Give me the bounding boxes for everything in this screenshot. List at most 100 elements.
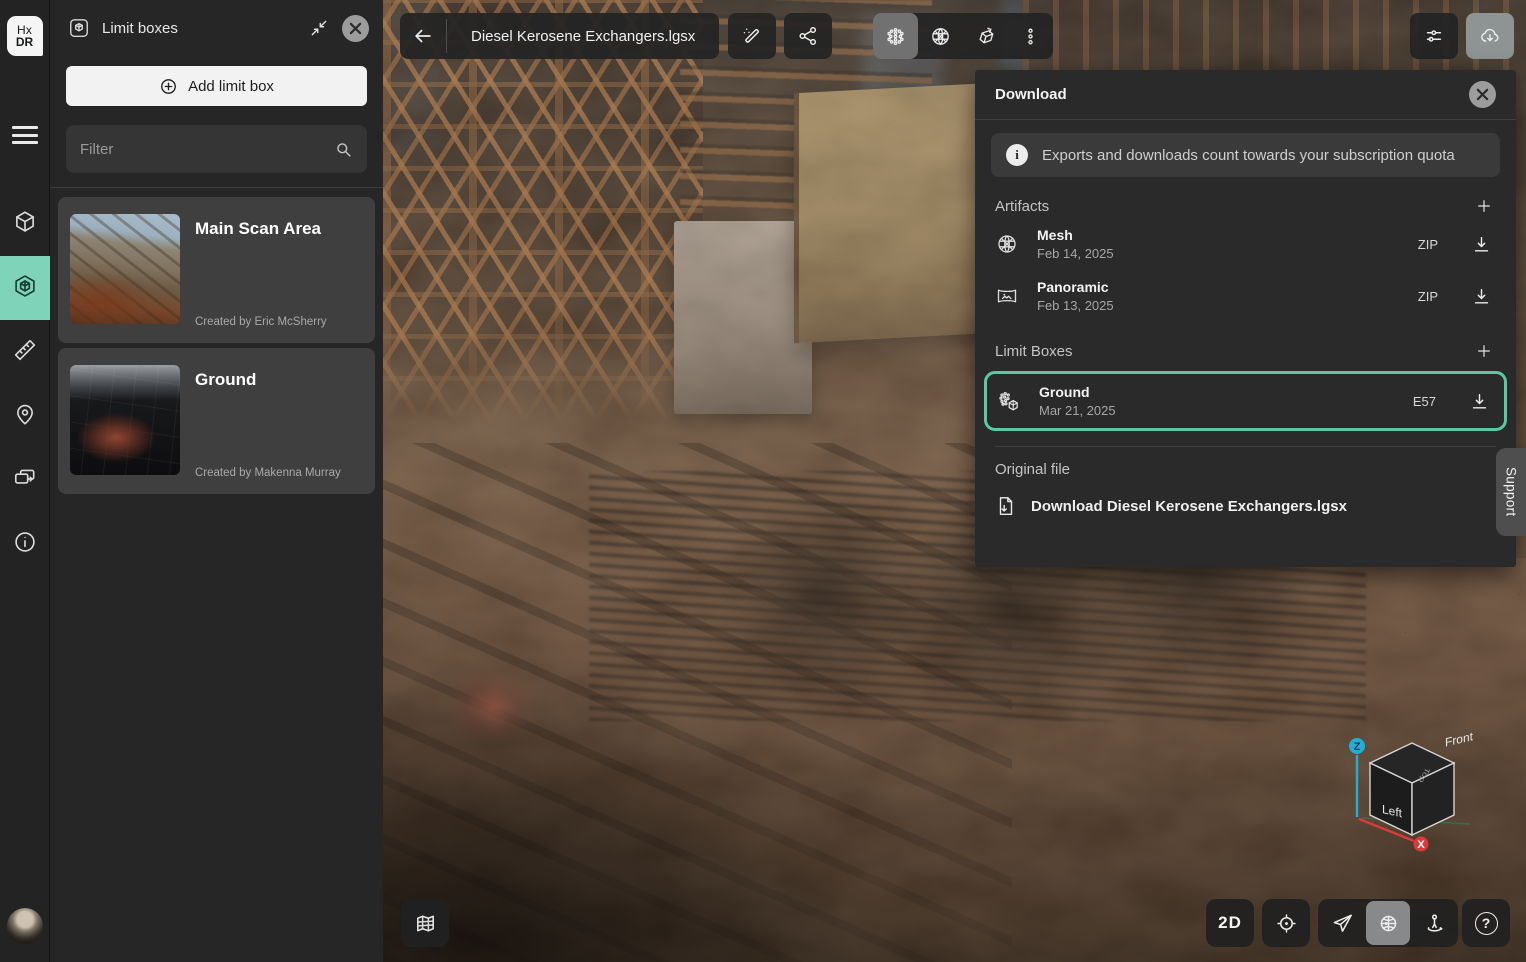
rail-item-limit-boxes[interactable]	[0, 256, 50, 320]
share-button[interactable]	[784, 13, 832, 59]
quota-notice-text: Exports and downloads count towards your…	[1042, 147, 1455, 164]
artifact-name: Mesh	[1037, 227, 1418, 243]
add-limit-box-label: Add limit box	[188, 78, 274, 95]
close-icon	[349, 22, 362, 35]
rail-item-annotations[interactable]	[0, 384, 50, 448]
collapse-icon	[309, 18, 329, 38]
download-button[interactable]	[1466, 13, 1514, 59]
close-icon	[1476, 88, 1489, 101]
file-title: Diesel Kerosene Exchangers.lgsx	[447, 13, 719, 59]
axis-z-label: Z	[1354, 741, 1361, 753]
textured-box-icon	[974, 25, 997, 48]
rail-item-info[interactable]	[0, 512, 50, 576]
info-icon	[12, 529, 38, 560]
filter-input[interactable]	[80, 141, 334, 158]
artifact-date: Feb 13, 2025	[1037, 298, 1418, 313]
toggle-mesh[interactable]	[918, 13, 963, 59]
rail-item-exports[interactable]	[0, 448, 50, 512]
panel-title: Limit boxes	[102, 20, 304, 37]
collapse-panel-button[interactable]	[304, 13, 334, 43]
limit-boxes-heading: Limit Boxes	[995, 343, 1073, 360]
help-button[interactable]: ?	[1462, 899, 1510, 947]
download-panel-header: Download	[975, 70, 1516, 120]
limit-boxes-panel: Limit boxes Add limit box Main Scan Area…	[50, 0, 383, 962]
limit-boxes-section: Limit Boxes	[975, 339, 1516, 431]
download-artifact-button[interactable]	[1466, 281, 1496, 311]
cube-icon	[12, 209, 38, 240]
search-icon	[334, 140, 353, 159]
hxdr-logo[interactable]: Hx DR	[7, 16, 43, 56]
layer-toggle-group	[873, 13, 1053, 59]
artifact-format: ZIP	[1418, 237, 1438, 252]
download-icon	[1472, 235, 1491, 254]
close-download-panel-button[interactable]	[1469, 81, 1496, 108]
info-icon: i	[1006, 144, 1028, 166]
orbit-mode-button[interactable]	[1366, 901, 1410, 945]
limit-box-card-main-scan-area[interactable]: Main Scan Area Created by Eric McSherry	[58, 197, 375, 343]
support-tab[interactable]: Support	[1496, 448, 1526, 536]
share-icon	[797, 25, 819, 47]
section-divider	[995, 446, 1496, 447]
map-pin-icon	[12, 401, 38, 432]
mesh-sphere-icon	[995, 232, 1019, 256]
original-file-link-label: Download Diesel Kerosene Exchangers.lgsx	[1031, 498, 1347, 515]
walk-mode-button[interactable]	[1412, 901, 1456, 945]
download-original-file-link[interactable]: Download Diesel Kerosene Exchangers.lgsx	[995, 489, 1496, 517]
mode-2d-button[interactable]: 2D	[1206, 899, 1254, 947]
limit-boxes-panel-header: Limit boxes	[50, 0, 383, 56]
add-artifact-button[interactable]	[1472, 194, 1496, 218]
app-root: Hx DR	[0, 0, 1526, 962]
viewer-title-bar: Diesel Kerosene Exchangers.lgsx	[400, 13, 719, 59]
recenter-button[interactable]	[1262, 899, 1310, 947]
axis-x-label: X	[1417, 839, 1425, 851]
street-view-icon	[1423, 912, 1446, 935]
cloud-download-icon	[1479, 25, 1501, 47]
close-panel-button[interactable]	[342, 15, 369, 42]
toggle-textured-mesh[interactable]	[963, 13, 1008, 59]
artifact-row-panoramic[interactable]: Panoramic Feb 13, 2025 ZIP	[995, 270, 1496, 322]
artifacts-heading: Artifacts	[995, 198, 1049, 215]
user-avatar[interactable]	[7, 908, 43, 944]
download-panel-title: Download	[995, 86, 1067, 103]
magic-wand-tool-button[interactable]	[728, 13, 776, 59]
limit-box-icon	[68, 17, 90, 39]
rail-item-models[interactable]	[0, 192, 50, 256]
limit-box-title: Main Scan Area	[195, 219, 363, 239]
paper-plane-icon	[1331, 912, 1354, 935]
original-file-heading: Original file	[995, 461, 1070, 478]
limit-box-author: Created by Makenna Murray	[195, 467, 363, 479]
download-icon	[1470, 392, 1489, 411]
mesh-sphere-icon	[929, 25, 952, 48]
artifact-row-mesh[interactable]: Mesh Feb 14, 2025 ZIP	[995, 218, 1496, 270]
artifact-format: ZIP	[1418, 289, 1438, 304]
artifact-date: Feb 14, 2025	[1037, 246, 1418, 261]
globe-crosshair-icon	[1377, 912, 1400, 935]
navigation-cube[interactable]: Left Front Top Z X	[1348, 725, 1480, 852]
add-limit-box-export-button[interactable]	[1472, 339, 1496, 363]
limit-box-card-ground[interactable]: Ground Created by Makenna Murray	[58, 348, 375, 494]
point-cloud-box-icon	[997, 389, 1021, 413]
left-rail: Hx DR	[0, 0, 50, 962]
add-limit-box-button[interactable]: Add limit box	[66, 66, 367, 106]
limit-box-row-ground[interactable]: Ground Mar 21, 2025 E57	[997, 377, 1494, 425]
filter-field	[66, 125, 367, 173]
main-menu-button[interactable]	[12, 126, 38, 144]
magic-wand-icon	[741, 25, 763, 47]
original-file-section: Original file Download Diesel Kerosene E…	[975, 446, 1516, 517]
rail-item-measure[interactable]	[0, 320, 50, 384]
ruler-icon	[12, 337, 38, 368]
minimap-button[interactable]	[401, 899, 449, 947]
logo-text-bottom: DR	[16, 36, 33, 48]
viewer-more-menu[interactable]	[1008, 13, 1053, 59]
view-settings-button[interactable]	[1410, 13, 1458, 59]
quota-notice: i Exports and downloads count towards yo…	[991, 133, 1500, 177]
fly-mode-button[interactable]	[1320, 901, 1364, 945]
download-limit-box-button[interactable]	[1464, 386, 1494, 416]
plus-icon	[1476, 198, 1492, 214]
toggle-point-cloud[interactable]	[873, 13, 918, 59]
limit-box-icon	[12, 273, 38, 304]
plus-icon	[1476, 343, 1492, 359]
artifact-name: Panoramic	[1037, 279, 1418, 295]
back-button[interactable]	[400, 13, 446, 59]
download-artifact-button[interactable]	[1466, 229, 1496, 259]
